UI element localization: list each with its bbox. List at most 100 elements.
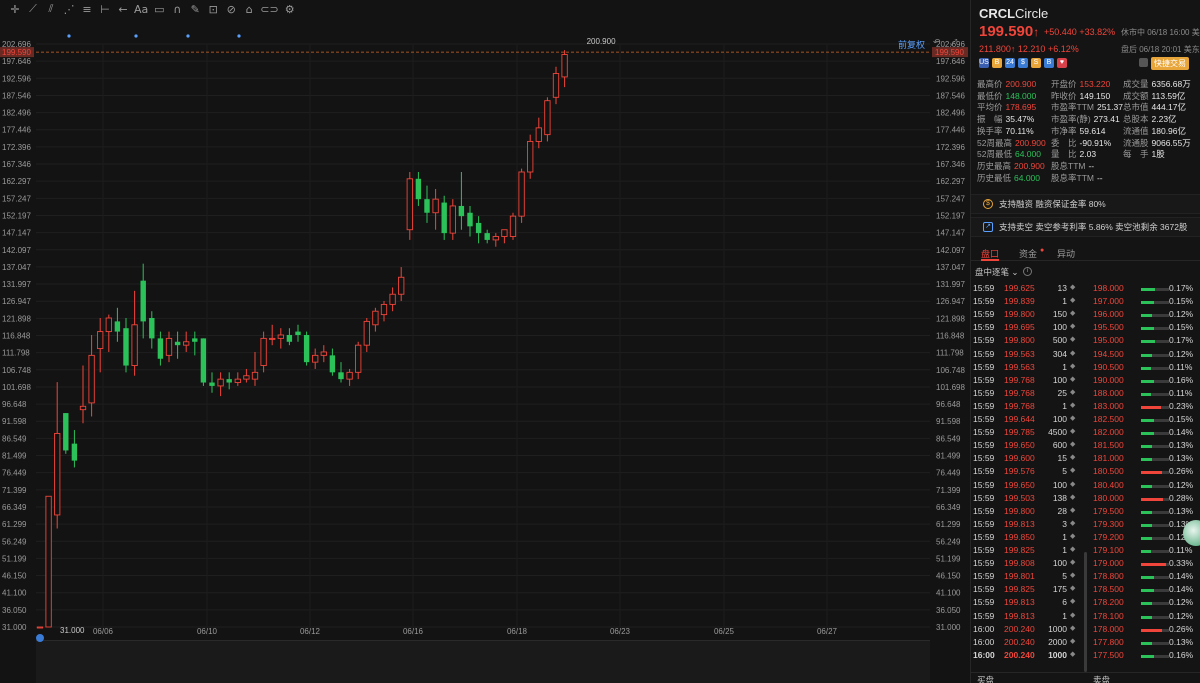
tick-scrollbar[interactable]	[1084, 552, 1087, 672]
tick-level: 178.500	[1093, 584, 1124, 595]
x-tick-label: 06/18	[507, 627, 528, 636]
tick-price: 199.800	[1004, 309, 1035, 320]
stat-label: 成交额	[1123, 90, 1149, 101]
stat-item: 股息TTM --	[1051, 160, 1094, 172]
trash-icon[interactable]: ⌂	[240, 1, 258, 17]
tick-bar	[1141, 523, 1169, 527]
tick-volume: 5	[1062, 571, 1067, 582]
undo-icon[interactable]: ↶	[933, 38, 945, 48]
tick-row: 15:59 199.650 100 180.400 0.12% ◆	[971, 480, 1200, 493]
tick-price: 200.240	[1004, 636, 1035, 647]
tick-level: 181.500	[1093, 440, 1124, 451]
stat-label: 昨收价	[1051, 90, 1077, 101]
tick-percent: 0.13%	[1169, 636, 1194, 647]
candle-body	[406, 178, 413, 231]
stat-label: 量 比	[1051, 149, 1077, 160]
stat-item: 历史最高 200.900	[977, 160, 1045, 172]
tick-row: 15:59 199.563 304 194.500 0.12% ◆	[971, 349, 1200, 362]
stat-value: 273.41	[1093, 114, 1120, 125]
crosshair-icon[interactable]: ✛	[6, 1, 24, 17]
measure-icon[interactable]: ⊢	[96, 1, 114, 17]
tick-percent: 0.13%	[1169, 505, 1194, 516]
text-tool-button[interactable]: Aa	[132, 1, 150, 17]
stat-label: 开盘价	[1051, 79, 1077, 89]
diamond-icon: ◆	[1070, 637, 1076, 645]
link-icon[interactable]: ⊂⊃	[258, 1, 280, 17]
tick-row: 15:59 199.768 25 188.000 0.11% ◆	[971, 388, 1200, 401]
ticks-header[interactable]: 盘中逐笔 ⌄	[975, 266, 1019, 278]
pencil-icon[interactable]: ✎	[186, 1, 204, 17]
diamond-icon: ◆	[1070, 415, 1076, 422]
info-icon[interactable]: i	[1023, 267, 1032, 276]
tick-row: 15:59 199.800 500 195.000 0.17% ◆	[971, 335, 1200, 348]
short-note[interactable]: ↗ 支持卖空 卖空参考利率 5.86% 卖空池剩余 3672股	[971, 217, 1200, 237]
comment-icon[interactable]: ▭	[150, 1, 168, 17]
candle-body	[209, 382, 215, 386]
tick-row: 15:59 199.695 100 195.500 0.15% ◆	[971, 322, 1200, 335]
tick-price: 199.563	[1004, 361, 1035, 372]
settings-icon[interactable]: ⚙	[281, 1, 299, 17]
tick-time: 16:00	[973, 623, 995, 634]
tick-volume: 100	[1052, 322, 1067, 333]
stat-item: 每 手 1股	[1123, 148, 1165, 160]
candle-body	[467, 212, 473, 227]
stat-value: 2.03	[1079, 149, 1097, 160]
tick-percent: 0.16%	[1169, 374, 1194, 385]
tab-movement[interactable]: 异动	[1057, 247, 1075, 260]
stat-value: --	[1088, 160, 1095, 171]
diamond-icon: ◆	[1070, 624, 1076, 632]
candlestick-chart[interactable]: 202.696 202.696 197.646 197.646 192.596 192.5…	[0, 18, 970, 683]
eye-icon[interactable]: ⊘	[222, 1, 240, 17]
magnet-icon[interactable]: ∩	[168, 1, 186, 17]
y-tick-label-left: 126.947	[2, 297, 31, 306]
channel-tool-icon[interactable]: ⫽	[42, 1, 60, 17]
lock-icon[interactable]: ⊡	[204, 1, 222, 17]
tick-level: 179.200	[1093, 531, 1124, 542]
tick-bar	[1141, 563, 1169, 567]
tick-bar	[1141, 458, 1169, 462]
candle-body	[131, 324, 138, 366]
line-tool-icon[interactable]: ⟋	[24, 1, 42, 17]
stat-value: 251.37	[1096, 102, 1123, 113]
stat-item: 市盈率TTM 251.37	[1051, 101, 1123, 113]
quick-trade-button[interactable]: 快捷交易	[1151, 57, 1189, 70]
tick-time: 15:59	[973, 296, 995, 307]
tick-price: 199.785	[1004, 427, 1035, 438]
stat-value: 149.150	[1079, 90, 1111, 101]
candle-body	[527, 140, 534, 173]
tick-time: 15:59	[973, 348, 995, 359]
stat-value: 200.900	[1014, 137, 1046, 148]
adjust-mode-label[interactable]: 前复权	[898, 38, 925, 51]
heart-icon[interactable]: ♥	[1057, 58, 1067, 68]
margin-note[interactable]: $ 支持融资 融资保证金率 80%	[971, 194, 1200, 214]
candle-body	[105, 317, 112, 333]
arrow-icon[interactable]: ←	[114, 1, 132, 17]
dollar-icon: $	[983, 199, 993, 209]
multi-line-icon[interactable]: ⋰	[60, 1, 78, 17]
tick-time: 15:59	[973, 361, 995, 372]
chart-canvas[interactable]: 202.696 202.696197.646 197.646192.596 192.5…	[0, 18, 970, 683]
fullscreen-icon[interactable]: ⤢	[950, 38, 962, 48]
tab-capital[interactable]: 资金	[1019, 247, 1037, 260]
tick-volume: 25	[1057, 387, 1067, 398]
candle-body	[226, 379, 232, 383]
tick-level: 198.000	[1093, 283, 1124, 293]
diamond-icon: ◆	[1070, 546, 1076, 553]
y-tick-label-left: 137.047	[2, 263, 31, 272]
y-tick-label-left: 51.199	[2, 554, 27, 563]
candle-body	[363, 320, 370, 346]
badge-row: US B 24 $ S B ♥	[979, 58, 1067, 68]
candle-body	[458, 205, 465, 217]
fib-icon[interactable]: ≡	[78, 1, 96, 17]
tick-time: 15:59	[973, 453, 995, 464]
tick-bar	[1141, 536, 1169, 540]
bell-icon[interactable]	[1139, 58, 1148, 67]
tick-volume: 6	[1062, 597, 1067, 608]
tick-percent: 0.12%	[1169, 610, 1194, 621]
stat-value: 178.695	[1005, 102, 1037, 113]
earnings-icon	[36, 634, 44, 642]
tick-percent: 0.11%	[1169, 387, 1193, 398]
tick-percent: 0.26%	[1169, 623, 1194, 634]
candle-body	[389, 293, 396, 305]
candle-body	[45, 495, 52, 628]
